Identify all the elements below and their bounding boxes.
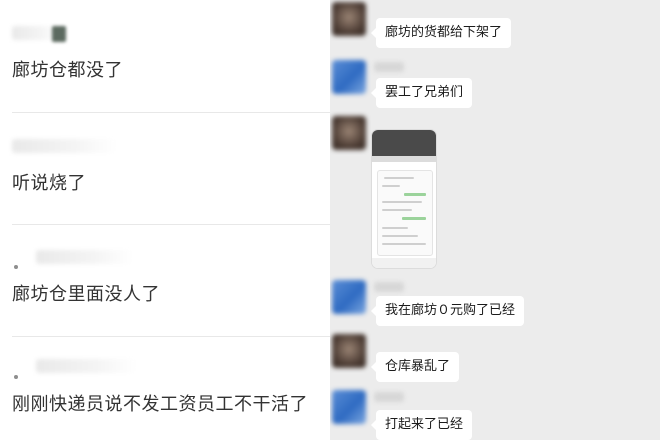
chat-bubble: 廊坊的货都给下架了 [370, 18, 512, 48]
user-avatar[interactable] [332, 390, 366, 424]
comment-item[interactable]: 听说烧了 [0, 113, 330, 224]
comment-username-blurred [36, 359, 136, 373]
comment-username-blurred [36, 250, 132, 264]
comment-item[interactable]: 刚刚快递员说不发工资员工不干活了 [0, 337, 330, 440]
phone-subheader [372, 156, 436, 162]
comment-text: 刚刚快递员说不发工资员工不干活了 [12, 394, 308, 415]
chat-bubble: 仓库暴乱了 [370, 352, 460, 382]
chat-bubble: 罢工了兄弟们 [370, 78, 473, 108]
phone-green-bubble [402, 217, 426, 220]
comment-dot [14, 375, 18, 379]
phone-chat-card [377, 170, 433, 256]
phone-line [382, 227, 408, 229]
comment-item[interactable]: 廊坊仓里面没人了 [0, 225, 330, 335]
user-avatar[interactable] [332, 2, 366, 36]
user-avatar[interactable] [332, 60, 366, 94]
user-avatar[interactable] [332, 334, 366, 368]
chat-panel: 廊坊的货都给下架了 罢工了兄弟们 我在廊坊０元购了已经 仓库暴乱了 打起来了已经 [330, 0, 660, 440]
phone-line [382, 185, 400, 187]
sender-name-blurred [374, 282, 404, 292]
comment-text: 廊坊仓都没了 [12, 60, 123, 81]
sender-name-blurred [374, 62, 404, 72]
phone-line [382, 235, 418, 237]
comment-username-blurred [12, 139, 116, 153]
phone-line [382, 243, 426, 245]
comment-item[interactable]: 廊坊仓都没了 [0, 0, 330, 112]
chat-bubble: 打起来了已经 [370, 410, 473, 440]
sender-name-blurred [374, 392, 404, 402]
phone-green-bubble [404, 193, 426, 196]
phone-screenshot-image[interactable] [372, 130, 436, 268]
phone-footer [372, 258, 436, 268]
user-avatar[interactable] [332, 116, 366, 150]
comment-text: 听说烧了 [12, 173, 86, 194]
phone-line [382, 201, 422, 203]
user-avatar[interactable] [332, 280, 366, 314]
comment-dot [14, 265, 18, 269]
chat-bubble: 我在廊坊０元购了已经 [370, 296, 525, 326]
comment-badge-blurred [52, 26, 66, 42]
phone-header [372, 130, 436, 156]
comment-list: 廊坊仓都没了 听说烧了 廊坊仓里面没人了 刚刚快递员说不发工资员工不干活了 [0, 0, 330, 440]
comment-text: 廊坊仓里面没人了 [12, 284, 160, 305]
phone-line [384, 177, 414, 179]
phone-line [382, 209, 412, 211]
